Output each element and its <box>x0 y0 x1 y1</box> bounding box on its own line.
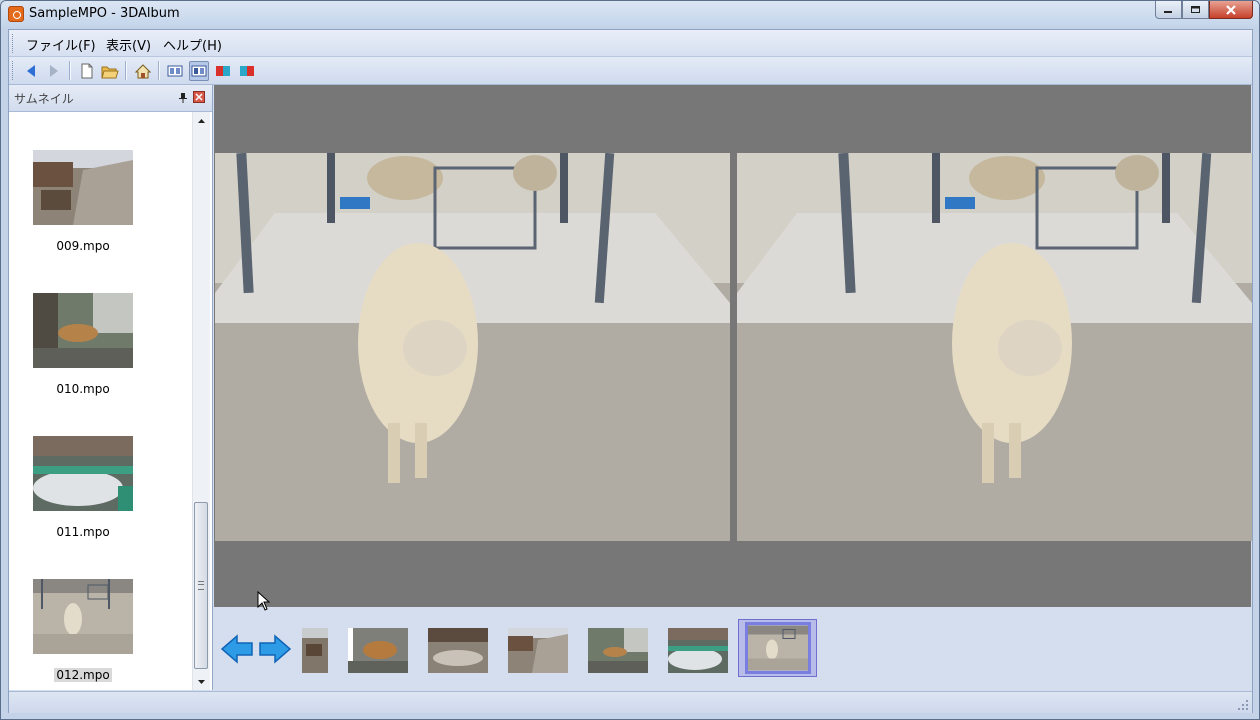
filmstrip-next-button[interactable] <box>258 634 292 664</box>
filmstrip-thumbnail[interactable] <box>428 628 488 673</box>
thumbnail-label: 012.mpo <box>54 668 112 682</box>
window-controls <box>1155 1 1253 20</box>
window-title: SampleMPO - 3DAlbum <box>29 6 180 21</box>
filmstrip-thumbnail[interactable] <box>508 628 568 673</box>
new-button[interactable] <box>77 61 97 81</box>
left-eye-photo <box>215 153 730 541</box>
filmstrip-thumbnail-selected[interactable] <box>745 622 811 674</box>
thumbnail-label: 009.mpo <box>56 239 110 253</box>
close-icon <box>1226 4 1236 15</box>
cross-view-button[interactable] <box>189 61 209 81</box>
app-window: SampleMPO - 3DAlbum ファイル(F) 表示(V) ヘルプ(H) <box>0 0 1260 720</box>
thumbnail-label: 010.mpo <box>56 382 110 396</box>
menu-view[interactable]: 表示(V) <box>106 35 151 54</box>
status-bar <box>9 691 1252 713</box>
maximize-button[interactable] <box>1182 1 1209 19</box>
thumbnail-scrollbar[interactable] <box>192 112 210 690</box>
back-button[interactable] <box>21 61 41 81</box>
minimize-button[interactable] <box>1155 1 1182 19</box>
toolbar-separator <box>158 61 160 80</box>
thumbnail-image <box>33 150 133 225</box>
anaglyph-red-cyan-icon <box>216 66 230 76</box>
menu-bar: ファイル(F) 表示(V) ヘルプ(H) <box>9 30 1252 57</box>
home-button[interactable] <box>133 61 153 81</box>
scroll-up-icon <box>198 118 205 123</box>
resize-grip-icon[interactable] <box>1238 700 1248 710</box>
parallel-view-button[interactable] <box>165 61 185 81</box>
thumbnail-label-selected: 012.mpo <box>9 668 157 682</box>
anaglyph-button[interactable] <box>213 61 233 81</box>
mouse-cursor-icon <box>257 591 271 611</box>
forward-icon <box>50 65 58 77</box>
thumbnail-panel-header: サムネイル <box>9 85 212 112</box>
anaglyph-reverse-button[interactable] <box>237 61 257 81</box>
filmstrip-prev-button[interactable] <box>220 634 254 664</box>
filmstrip <box>214 608 1251 690</box>
filmstrip-thumbnail[interactable] <box>302 628 328 673</box>
client-area: ファイル(F) 表示(V) ヘルプ(H) サムネイル 009.mpo 010.m… <box>8 29 1253 713</box>
view-cross-icon <box>191 65 207 77</box>
thumbnail-list: 009.mpo 010.mpo 011.mpo 012.mpo <box>9 112 192 690</box>
minimize-icon <box>1164 11 1172 13</box>
title-bar[interactable]: SampleMPO - 3DAlbum <box>1 1 1259 28</box>
scroll-thumb[interactable] <box>194 502 208 669</box>
thumbnail-item[interactable]: 010.mpo <box>9 255 192 398</box>
filmstrip-thumbnail[interactable] <box>668 628 728 673</box>
open-button[interactable] <box>100 61 120 81</box>
new-file-icon <box>81 63 93 79</box>
thumbnail-item[interactable]: 009.mpo <box>9 112 192 255</box>
view-parallel-icon <box>167 65 183 77</box>
toolbar-separator <box>69 61 71 80</box>
forward-button[interactable] <box>44 61 64 81</box>
anaglyph-cyan-red-icon <box>240 66 254 76</box>
back-icon <box>27 65 35 77</box>
restore-icon <box>1191 6 1200 13</box>
pin-icon <box>179 93 187 103</box>
home-icon <box>135 63 151 78</box>
thumbnail-label: 011.mpo <box>56 525 110 539</box>
menu-file[interactable]: ファイル(F) <box>26 35 96 54</box>
thumbnail-image <box>33 436 133 511</box>
toolbar-grip <box>12 61 16 80</box>
scroll-down-button[interactable] <box>193 673 210 690</box>
scroll-grip <box>198 581 204 590</box>
thumbnail-panel-title: サムネイル <box>14 92 74 106</box>
thumbnail-panel: サムネイル 009.mpo 010.mpo 011.mpo 012.mpo <box>9 85 213 690</box>
close-button[interactable] <box>1209 1 1253 19</box>
thumbnail-item[interactable]: 011.mpo <box>9 398 192 541</box>
toolbar <box>9 57 1252 85</box>
scroll-down-icon <box>198 679 205 684</box>
toolbar-separator <box>125 61 127 80</box>
menu-grip <box>12 34 16 53</box>
right-eye-photo <box>737 153 1252 541</box>
open-folder-icon <box>101 66 119 78</box>
thumbnail-item[interactable]: 012.mpo <box>9 541 192 684</box>
close-icon <box>195 93 203 101</box>
panel-close-button[interactable] <box>193 91 205 103</box>
stereo-viewer[interactable] <box>214 85 1252 607</box>
pin-button[interactable] <box>176 91 190 105</box>
thumbnail-image <box>33 293 133 368</box>
thumbnail-image <box>33 579 133 654</box>
filmstrip-thumbnail[interactable] <box>588 628 648 673</box>
filmstrip-thumbnail[interactable] <box>348 628 408 673</box>
menu-help[interactable]: ヘルプ(H) <box>163 35 222 54</box>
app-camera-icon <box>8 6 24 22</box>
scroll-up-button[interactable] <box>193 112 210 129</box>
